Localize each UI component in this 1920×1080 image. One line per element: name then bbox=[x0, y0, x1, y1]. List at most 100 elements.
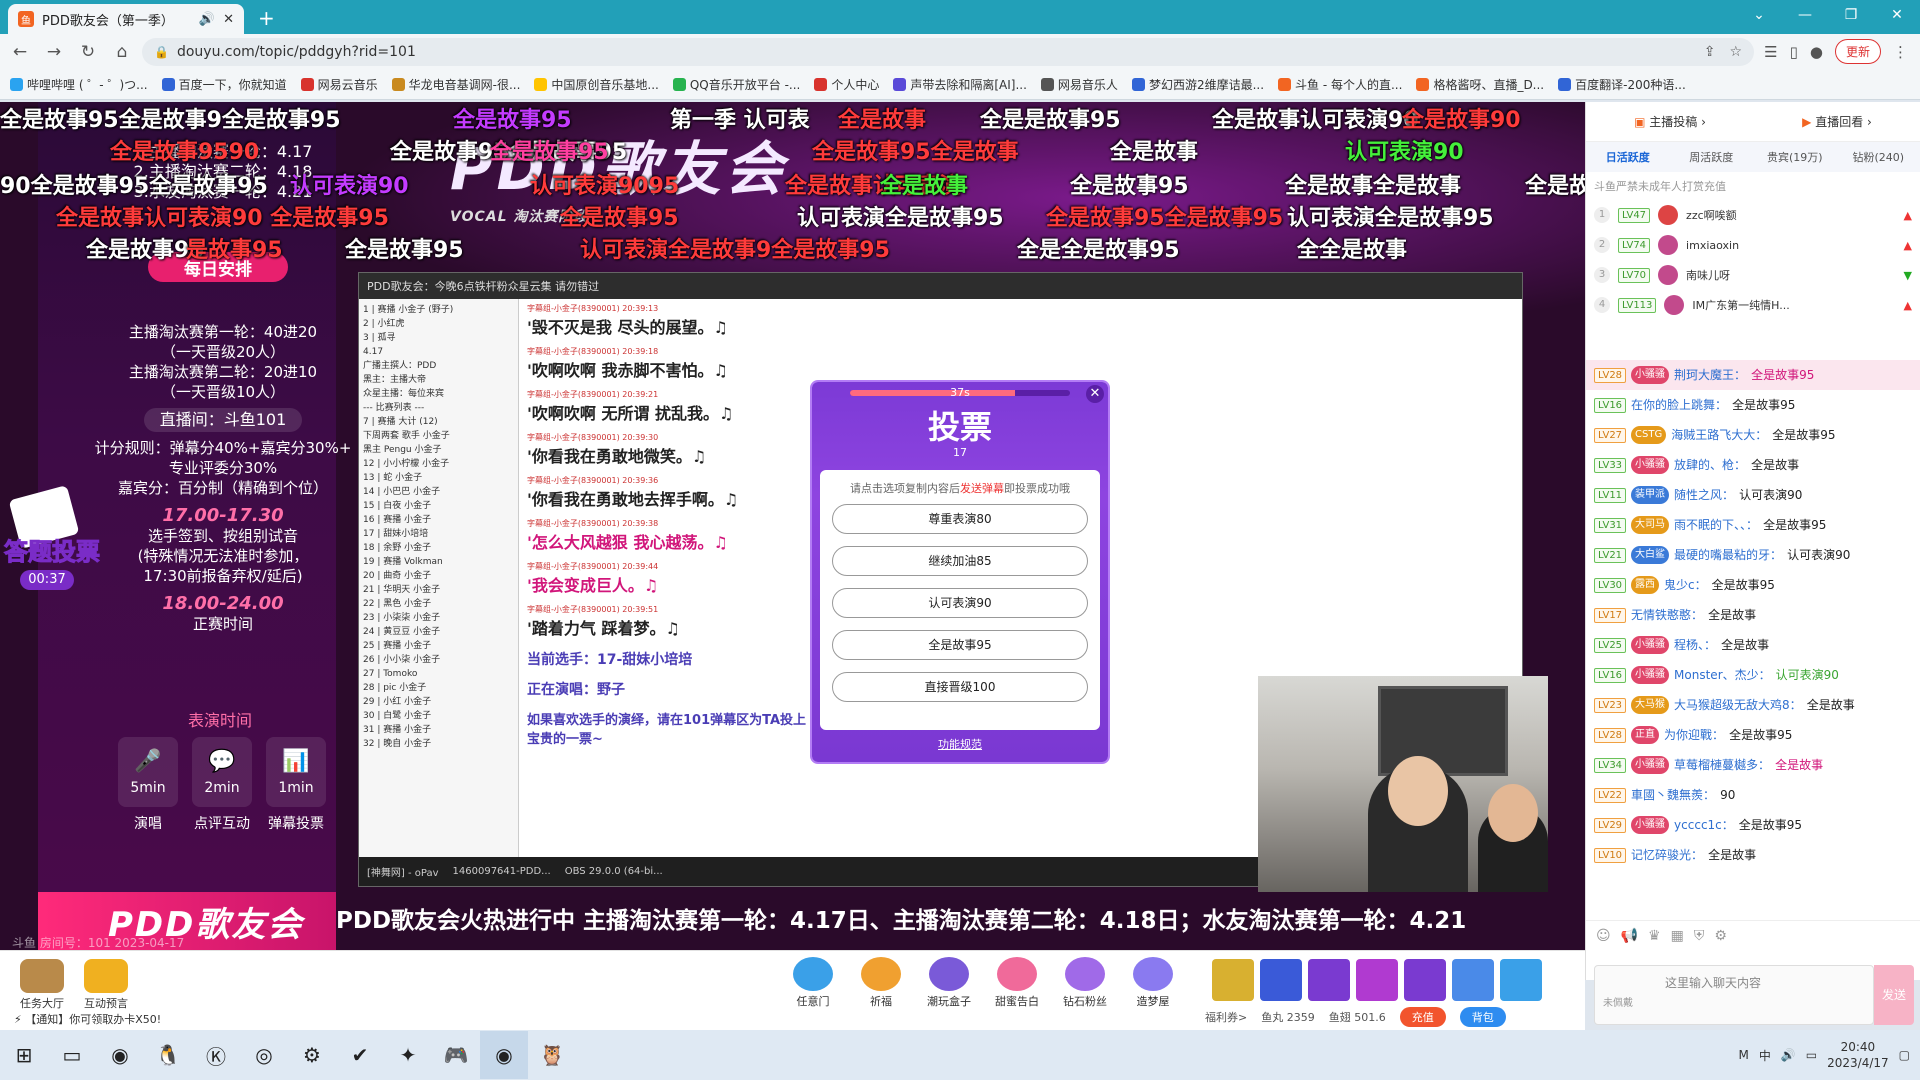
tree-item[interactable]: 21 | 华明天 小金子 bbox=[363, 583, 514, 597]
emoji-icon[interactable]: ☺ bbox=[1596, 928, 1611, 944]
chat-username[interactable]: 为你迎戰： bbox=[1664, 726, 1724, 744]
bookmark-item[interactable]: 声带去除和隔离[AI]... bbox=[893, 76, 1027, 93]
vote-option-button[interactable]: 认可表演90 bbox=[832, 588, 1088, 618]
gift-button[interactable]: 造梦屋 bbox=[1122, 957, 1184, 1009]
tree-item[interactable]: 20 | 曲奇 小金子 bbox=[363, 569, 514, 583]
tree-item[interactable]: 黑主 Pengu 小金子 bbox=[363, 443, 514, 457]
tree-item[interactable]: 22 | 黑色 小金子 bbox=[363, 597, 514, 611]
bookmark-item[interactable]: QQ音乐开放平台 -... bbox=[672, 76, 800, 93]
lock-icon[interactable]: 🔒 bbox=[154, 45, 169, 59]
reload-icon[interactable]: ↻ bbox=[74, 42, 102, 62]
tree-item[interactable]: 26 | 小小柒 小金子 bbox=[363, 653, 514, 667]
taskbar-app-icon[interactable]: ⚙ bbox=[288, 1031, 336, 1079]
taskbar-app-icon[interactable]: 🐧 bbox=[144, 1031, 192, 1079]
tree-item[interactable]: 13 | 蛇 小金子 bbox=[363, 471, 514, 485]
star-icon[interactable]: ☆ bbox=[1729, 44, 1742, 60]
taskbar-app-icon[interactable]: ✦ bbox=[384, 1031, 432, 1079]
rank-row[interactable]: 3 LV70 南味儿呀 ▼ bbox=[1586, 260, 1920, 290]
chevron-down-icon[interactable]: ⌄ bbox=[1736, 0, 1782, 30]
send-button[interactable]: 发送 bbox=[1874, 965, 1914, 1025]
shield-icon[interactable]: ⛨ bbox=[1694, 928, 1705, 944]
left-action-button[interactable]: 任务大厅 bbox=[14, 959, 70, 1011]
vote-badge[interactable]: 答题投票 00:37 bbox=[4, 482, 101, 592]
volume-icon[interactable]: 🔊 bbox=[1781, 1048, 1796, 1062]
prop-item-icon[interactable] bbox=[1308, 959, 1350, 1001]
home-icon[interactable]: ⌂ bbox=[108, 42, 136, 62]
tree-item[interactable]: 17 | 甜妹小培培 bbox=[363, 527, 514, 541]
tree-item[interactable]: 15 | 白夜 小金子 bbox=[363, 499, 514, 513]
chat-username[interactable]: 放肆的、枪： bbox=[1674, 456, 1746, 474]
rank-row[interactable]: 2 LV74 imxiaoxin ▲ bbox=[1586, 230, 1920, 260]
chat-username[interactable]: 记忆碎骏光： bbox=[1631, 846, 1703, 864]
fan-badge[interactable]: 露西 bbox=[1631, 576, 1660, 594]
vote-option-button[interactable]: 全是故事95 bbox=[832, 630, 1088, 660]
fan-badge[interactable]: 大马猴 bbox=[1631, 696, 1670, 714]
fan-badge[interactable]: 大司马 bbox=[1631, 516, 1670, 534]
tree-item[interactable]: 18 | 余野 小金子 bbox=[363, 541, 514, 555]
speaker-icon[interactable]: 🔊 bbox=[199, 12, 215, 27]
crown-icon[interactable]: ♛ bbox=[1648, 928, 1661, 944]
back-icon[interactable]: ← bbox=[6, 42, 34, 62]
minimize-icon[interactable]: — bbox=[1782, 0, 1828, 30]
taskbar-app-icon[interactable]: Ⓚ bbox=[192, 1031, 240, 1079]
filter-icon[interactable]: ▦ bbox=[1671, 928, 1684, 944]
ime-mode[interactable]: M bbox=[1738, 1048, 1748, 1062]
close-window-icon[interactable]: ✕ bbox=[1874, 0, 1920, 30]
gift-button[interactable]: 任意门 bbox=[782, 957, 844, 1009]
tree-item[interactable]: 30 | 白鹭 小金子 bbox=[363, 709, 514, 723]
prop-item-icon[interactable] bbox=[1452, 959, 1494, 1001]
gift-button[interactable]: 钻石粉丝 bbox=[1054, 957, 1116, 1009]
taskbar-app-icon[interactable]: ▭ bbox=[48, 1031, 96, 1079]
tree-item[interactable]: 1 | 赛播 小金子 (野子) bbox=[363, 303, 514, 317]
gift-button[interactable]: 甜蜜告白 bbox=[986, 957, 1048, 1009]
fan-badge[interactable]: 小骚骚 bbox=[1631, 366, 1670, 384]
tree-item[interactable]: 下周两套 歌手 小金子 bbox=[363, 429, 514, 443]
recharge-button[interactable]: 充值 bbox=[1399, 1007, 1446, 1027]
chat-username[interactable]: 海贼王路飞大大： bbox=[1671, 426, 1767, 444]
menu-icon[interactable]: ⋮ bbox=[1893, 43, 1908, 61]
fan-badge[interactable]: 小骚骚 bbox=[1631, 666, 1670, 684]
tree-item[interactable]: 23 | 小柒柒 小金子 bbox=[363, 611, 514, 625]
close-tab-icon[interactable]: ✕ bbox=[223, 12, 234, 27]
taskbar-app-icon[interactable]: ◉ bbox=[96, 1031, 144, 1079]
fan-badge[interactable]: 小骚骚 bbox=[1631, 456, 1670, 474]
left-action-button[interactable]: 互动预言 bbox=[78, 959, 134, 1011]
fan-badge[interactable]: 小骚骚 bbox=[1631, 816, 1670, 834]
taskbar-app-icon[interactable]: ◎ bbox=[240, 1031, 288, 1079]
taskbar-app-icon[interactable]: 🎮 bbox=[432, 1031, 480, 1079]
bookmark-item[interactable]: 哔哩哔哩 ( ゜- ゜)つ... bbox=[10, 76, 148, 93]
vote-option-button[interactable]: 尊重表演80 bbox=[832, 504, 1088, 534]
fan-badge[interactable]: CSTG bbox=[1631, 426, 1667, 444]
chat-username[interactable]: 最硬的嘴最粘的牙： bbox=[1674, 546, 1782, 564]
rank-tab[interactable]: 周活跃度 bbox=[1670, 149, 1754, 165]
rank-row[interactable]: 1 LV47 zzc啊唉额 ▲ bbox=[1586, 200, 1920, 230]
close-icon[interactable]: ✕ bbox=[1086, 385, 1104, 403]
prop-item-icon[interactable] bbox=[1260, 959, 1302, 1001]
gift-button[interactable]: 潮玩盒子 bbox=[918, 957, 980, 1009]
share-icon[interactable]: ⇪ bbox=[1704, 44, 1716, 60]
taskbar-app-icon[interactable]: ⊞ bbox=[0, 1031, 48, 1079]
chat-username[interactable]: ycccc1c： bbox=[1674, 816, 1734, 834]
chat-username[interactable]: 鬼少c： bbox=[1664, 576, 1707, 594]
address-bar[interactable]: 🔒 douyu.com/topic/pddgyh?rid=101 ⇪ ☆ bbox=[142, 38, 1754, 66]
notification-icon[interactable]: ▢ bbox=[1899, 1048, 1910, 1062]
fan-badge[interactable]: 小骚骚 bbox=[1631, 636, 1670, 654]
chat-username[interactable]: 在你的脸上跳舞： bbox=[1631, 396, 1727, 414]
prop-item-icon[interactable] bbox=[1212, 959, 1254, 1001]
clock[interactable]: 20:40 2023/4/17 bbox=[1827, 1039, 1889, 1071]
tree-item[interactable]: 黑主：主播大帝 bbox=[363, 373, 514, 387]
taskbar-app-icon[interactable]: ◉ bbox=[480, 1031, 528, 1079]
tree-item[interactable]: 众星主播：每位来宾 bbox=[363, 387, 514, 401]
bookmark-item[interactable]: 个人中心 bbox=[814, 76, 879, 93]
rank-tab[interactable]: 钻粉(240) bbox=[1837, 149, 1920, 165]
vote-option-button[interactable]: 继续加油85 bbox=[832, 546, 1088, 576]
gear-icon[interactable]: ⚙ bbox=[1714, 928, 1727, 944]
update-button[interactable]: 更新 bbox=[1834, 39, 1881, 64]
tree-item[interactable]: 12 | 小小柠檬 小金子 bbox=[363, 457, 514, 471]
tree-item[interactable]: 广播主撰人：PDD bbox=[363, 359, 514, 373]
bag-button[interactable]: 背包 bbox=[1459, 1007, 1506, 1027]
network-icon[interactable]: ▭ bbox=[1806, 1048, 1817, 1062]
tree-item[interactable]: 27 | Tomoko bbox=[363, 667, 514, 681]
browser-tab[interactable]: 鱼 PDD歌友会（第一季） 🔊 ✕ bbox=[8, 4, 244, 34]
vote-option-button[interactable]: 直接晋级100 bbox=[832, 672, 1088, 702]
